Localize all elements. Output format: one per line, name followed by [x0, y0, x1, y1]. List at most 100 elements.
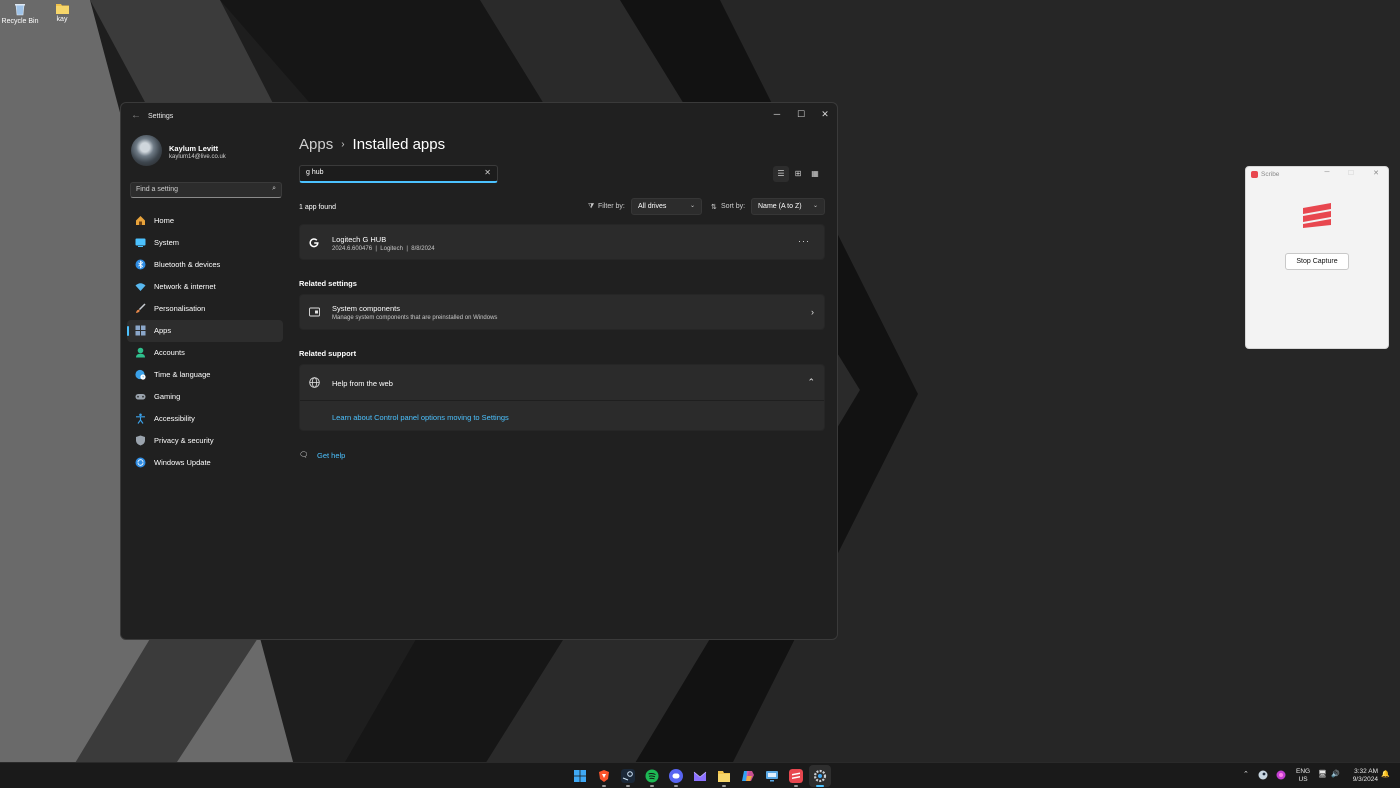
filter-dropdown[interactable]: All drives ⌄: [631, 198, 702, 215]
minimize-button[interactable]: ─: [1318, 169, 1336, 176]
proton-mail-icon[interactable]: [693, 769, 707, 783]
folder-icon: [55, 4, 69, 14]
sidebar-item-system[interactable]: System: [127, 232, 283, 254]
separator: |: [375, 246, 377, 252]
profile-email: kaylum14@live.co.uk: [169, 154, 226, 160]
sidebar-item-network[interactable]: Network & internet: [127, 276, 283, 298]
system-components-item[interactable]: System components Manage system componen…: [299, 294, 825, 330]
stop-capture-button[interactable]: Stop Capture: [1285, 253, 1349, 270]
taskbar: ⌃ ENG US 🖥 🔊 3:32 AM 9/3/2024 🔔: [0, 762, 1400, 788]
profile-name: Kaylum Levitt: [169, 144, 219, 153]
spotify-icon[interactable]: [645, 769, 659, 783]
steam-icon[interactable]: [621, 769, 635, 783]
help-from-web-expander: Help from the web ⌃ Learn about Control …: [299, 364, 825, 431]
close-button[interactable]: ✕: [813, 106, 837, 122]
sidebar-item-accessibility[interactable]: Accessibility: [127, 408, 283, 430]
back-arrow-icon[interactable]: ←: [131, 110, 141, 121]
chevron-up-icon[interactable]: ⌃: [1243, 770, 1249, 778]
grid-view-button[interactable]: ▦: [807, 166, 823, 182]
keyboard-region: US: [1298, 776, 1308, 783]
find-setting-input[interactable]: Find a setting ⌕: [130, 182, 282, 198]
sidebar-item-windows-update[interactable]: Windows Update: [127, 452, 283, 474]
sidebar-item-label: Windows Update: [154, 458, 211, 467]
gamepad-icon: [135, 394, 146, 400]
person-icon: [136, 347, 145, 358]
app-search-input[interactable]: g hub ✕: [299, 165, 498, 183]
sidebar-nav: Home System Bluetooth & devices Network …: [127, 210, 283, 474]
title-bar[interactable]: ← Settings ─ ☐ ✕: [121, 103, 837, 131]
scribe-taskbar-icon[interactable]: [789, 769, 803, 783]
app-name: Logitech G HUB: [332, 235, 387, 244]
language-indicator[interactable]: ENG US: [1296, 768, 1310, 784]
sort-dropdown[interactable]: Name (A to Z) ⌄: [751, 198, 825, 215]
tile-view-button[interactable]: ⊞: [790, 166, 806, 182]
help-from-web-title: Help from the web: [332, 379, 393, 388]
list-view-button[interactable]: ☰: [773, 166, 789, 182]
list-view-icon: ☰: [777, 169, 785, 178]
clock-date: 9/3/2024: [1352, 776, 1378, 783]
clock[interactable]: 3:32 AM 9/3/2024: [1348, 768, 1378, 784]
steam-tray-icon[interactable]: [1258, 770, 1268, 780]
scribe-app-icon: [1251, 171, 1258, 178]
separator: |: [406, 246, 408, 252]
window-title: Settings: [148, 113, 174, 120]
maximize-button[interactable]: ☐: [789, 106, 813, 122]
sidebar-item-apps[interactable]: Apps: [127, 320, 283, 342]
apps-icon: [135, 325, 146, 336]
desktop-icon-folder[interactable]: kay: [42, 3, 82, 23]
app-install-date: 8/8/2024: [411, 246, 435, 252]
sidebar-item-gaming[interactable]: Gaming: [127, 386, 283, 408]
app-publisher: Logitech: [380, 246, 403, 252]
more-options-icon[interactable]: ···: [798, 236, 810, 246]
running-indicator: [674, 785, 678, 787]
close-button[interactable]: ✕: [1367, 169, 1385, 177]
sidebar-item-label: Personalisation: [154, 304, 206, 313]
chevron-down-icon: ⌄: [812, 203, 818, 209]
scribe-window: Scribe ─ ☐ ✕ Stop Capture: [1245, 166, 1389, 349]
globe-icon: [309, 377, 320, 388]
help-from-web-header[interactable]: Help from the web ⌃: [300, 365, 824, 401]
breadcrumb-apps-link[interactable]: Apps: [299, 136, 333, 153]
sidebar-item-bluetooth[interactable]: Bluetooth & devices: [127, 254, 283, 276]
tray-app-icon[interactable]: [1276, 770, 1286, 780]
minimize-button[interactable]: ─: [765, 106, 789, 122]
avatar[interactable]: [131, 135, 162, 166]
brave-browser-icon[interactable]: [597, 769, 611, 783]
related-support-heading: Related support: [299, 349, 357, 358]
system-icon: [135, 238, 146, 247]
start-icon[interactable]: [573, 769, 587, 783]
sidebar-item-label: Apps: [154, 326, 172, 335]
system-components-title: System components: [332, 304, 400, 313]
network-icon[interactable]: 🖥: [1318, 770, 1327, 778]
control-panel-link[interactable]: Learn about Control panel options moving…: [332, 413, 509, 422]
active-indicator: [816, 785, 824, 787]
find-setting-placeholder: Find a setting: [136, 186, 179, 193]
app-list-item[interactable]: Logitech G HUB 2024.6.600476 | Logitech …: [299, 224, 825, 260]
clear-icon[interactable]: ✕: [484, 168, 491, 177]
desktop-icon-recycle-bin[interactable]: Recycle Bin: [0, 3, 40, 25]
app-details: 2024.6.600476 | Logitech | 8/8/2024: [332, 246, 435, 252]
running-indicator: [602, 785, 606, 787]
copilot-icon[interactable]: [741, 769, 755, 783]
settings-gear-icon[interactable]: [813, 769, 827, 783]
file-explorer-icon[interactable]: [717, 769, 731, 783]
notification-bell-icon[interactable]: 🔔: [1381, 770, 1390, 778]
sidebar-item-accounts[interactable]: Accounts: [127, 342, 283, 364]
sidebar-item-privacy-security[interactable]: Privacy & security: [127, 430, 283, 452]
volume-icon[interactable]: 🔊: [1331, 770, 1340, 778]
sidebar-item-label: Home: [154, 216, 175, 225]
system-components-subtitle: Manage system components that are preins…: [332, 315, 498, 321]
sidebar-item-home[interactable]: Home: [127, 210, 283, 232]
running-indicator: [626, 785, 630, 787]
chevron-right-icon: ›: [341, 139, 345, 150]
scribe-logo-icon: [1303, 203, 1331, 228]
sidebar-item-personalisation[interactable]: Personalisation: [127, 298, 283, 320]
sidebar-item-time-language[interactable]: Time & language: [127, 364, 283, 386]
sort-label: Sort by:: [721, 203, 746, 210]
get-help-link[interactable]: Get help: [317, 451, 345, 460]
desktop-icon-label: Recycle Bin: [1, 18, 39, 25]
discord-icon[interactable]: [669, 769, 683, 783]
filter-value: All drives: [638, 203, 667, 210]
running-indicator: [794, 785, 798, 787]
remote-desktop-icon[interactable]: [765, 769, 779, 783]
